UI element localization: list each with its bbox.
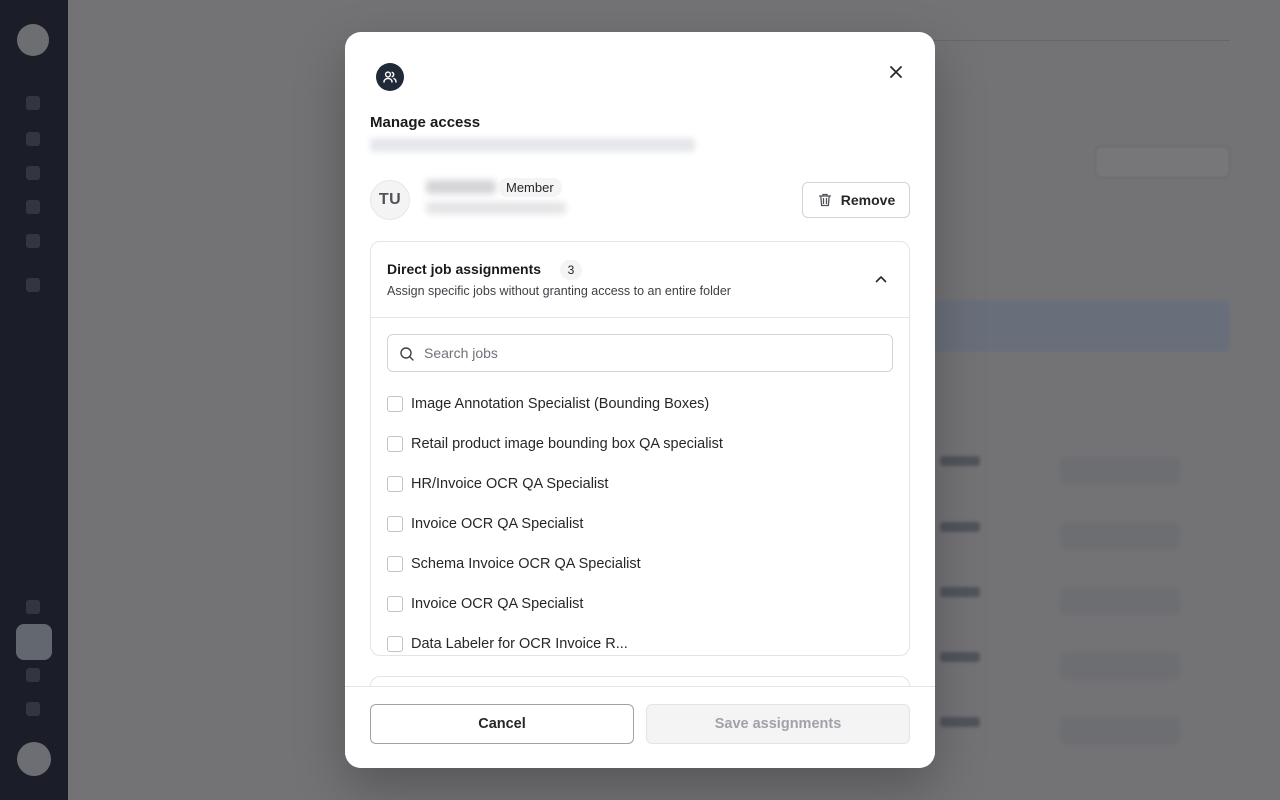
dialog-subtitle-redacted (370, 138, 695, 152)
close-button[interactable] (883, 59, 909, 85)
job-checkbox[interactable] (387, 476, 403, 492)
cancel-button[interactable]: Cancel (370, 704, 634, 744)
search-icon (400, 347, 414, 361)
job-list-item[interactable]: Retail product image bounding box QA spe… (387, 424, 897, 464)
search-jobs-field (387, 334, 893, 372)
job-label: Retail product image bounding box QA spe… (411, 436, 723, 452)
section-title: Direct job assignments (387, 261, 542, 277)
job-label: Data Labeler for OCR Invoice R... (411, 636, 628, 652)
job-checkbox[interactable] (387, 436, 403, 452)
trash-icon (818, 193, 831, 207)
assignment-count-badge: 3 (560, 260, 582, 280)
job-checkbox[interactable] (387, 636, 403, 652)
close-icon (890, 66, 902, 78)
remove-button[interactable]: Remove (802, 182, 910, 218)
job-label: Invoice OCR QA Specialist (411, 596, 584, 612)
manage-access-dialog: Manage access TU Member Remove Direct jo… (345, 32, 935, 768)
avatar: TU (370, 180, 410, 220)
job-checkbox[interactable] (387, 556, 403, 572)
job-label: HR/Invoice OCR QA Specialist (411, 476, 609, 492)
job-list-item[interactable]: Image Annotation Specialist (Bounding Bo… (387, 384, 897, 424)
user-email-redacted (426, 202, 566, 214)
job-list-item[interactable]: Data Labeler for OCR Invoice R... (387, 624, 897, 655)
job-checkbox[interactable] (387, 396, 403, 412)
direct-job-assignments-section: Direct job assignments 3 Assign specific… (370, 241, 910, 656)
job-label: Image Annotation Specialist (Bounding Bo… (411, 396, 710, 412)
role-badge: Member (498, 178, 562, 197)
job-list: Image Annotation Specialist (Bounding Bo… (387, 384, 907, 655)
user-row: TU Member Remove (370, 178, 910, 220)
section-header-toggle[interactable]: Direct job assignments 3 Assign specific… (371, 242, 909, 318)
job-label: Schema Invoice OCR QA Specialist (411, 556, 641, 572)
job-list-item[interactable]: Invoice OCR QA Specialist (387, 504, 897, 544)
save-assignments-button[interactable]: Save assignments (646, 704, 910, 744)
section-description: Assign specific jobs without granting ac… (387, 284, 731, 298)
job-checkbox[interactable] (387, 596, 403, 612)
job-checkbox[interactable] (387, 516, 403, 532)
job-list-item[interactable]: Invoice OCR QA Specialist (387, 584, 897, 624)
job-list-item[interactable]: Schema Invoice OCR QA Specialist (387, 544, 897, 584)
search-jobs-input[interactable] (424, 335, 884, 371)
remove-button-label: Remove (840, 192, 896, 208)
dialog-footer: Cancel Save assignments (345, 686, 935, 768)
chevron-up-icon (871, 269, 891, 289)
job-label: Invoice OCR QA Specialist (411, 516, 584, 532)
user-name-redacted (426, 180, 496, 194)
users-icon (376, 63, 404, 91)
dialog-title: Manage access (370, 114, 481, 131)
job-list-item[interactable]: HR/Invoice OCR QA Specialist (387, 464, 897, 504)
